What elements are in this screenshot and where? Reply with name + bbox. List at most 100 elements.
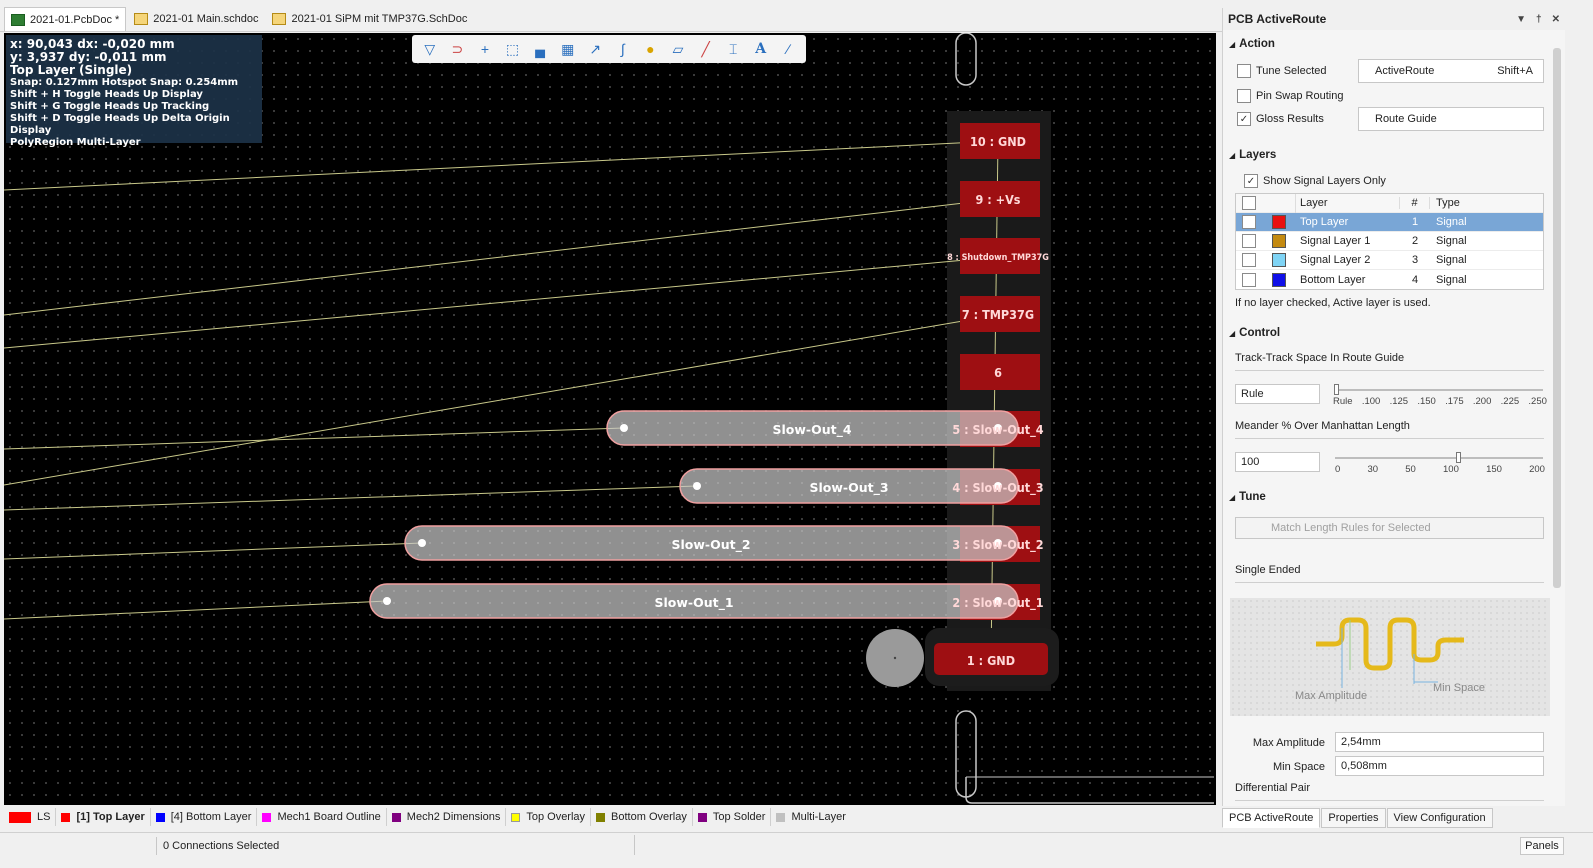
single-ended-label: Single Ended bbox=[1235, 564, 1301, 576]
route-icon[interactable]: ↗ bbox=[583, 38, 607, 60]
hud-hint: Shift + D Toggle Heads Up Delta Origin D… bbox=[10, 113, 230, 136]
layer-tab-bottom-overlay[interactable]: Bottom Overlay bbox=[591, 808, 693, 826]
layer-tab-mech1[interactable]: Mech1 Board Outline bbox=[257, 808, 387, 826]
match-length-button[interactable]: Match Length Rules for Selected bbox=[1235, 517, 1544, 539]
max-amplitude-input[interactable]: 2,54mm bbox=[1335, 732, 1544, 752]
doc-tab-main-schdoc[interactable]: 2021-01 Main.schdoc bbox=[128, 7, 264, 31]
text-icon[interactable]: A bbox=[749, 38, 773, 60]
layer-color-swatch bbox=[511, 812, 521, 822]
pin-icon[interactable]: † bbox=[1536, 14, 1542, 25]
meander-input[interactable]: 100 bbox=[1235, 452, 1320, 472]
checkbox-label: Tune Selected bbox=[1256, 65, 1327, 77]
layer-num: 1 bbox=[1411, 216, 1419, 228]
show-signal-layers-checkbox[interactable]: ✓ Show Signal Layers Only bbox=[1244, 174, 1386, 188]
checkbox[interactable]: ✓ bbox=[1244, 174, 1258, 188]
layer-color-swatch bbox=[262, 812, 272, 822]
panels-button[interactable]: Panels bbox=[1520, 837, 1564, 855]
table-row[interactable]: Signal Layer 2 3 Signal bbox=[1236, 251, 1543, 270]
doc-tab-label: 2021-01 Main.schdoc bbox=[153, 13, 259, 25]
hud-hint: Shift + G Toggle Heads Up Tracking bbox=[10, 101, 210, 112]
pad-label: 8 : Shutdown_TMP37G bbox=[947, 253, 1049, 263]
gloss-results-checkbox[interactable]: ✓ Gloss Results bbox=[1237, 112, 1324, 126]
track-space-slider[interactable] bbox=[1335, 389, 1543, 391]
layer-tab-label: Bottom Overlay bbox=[611, 811, 687, 823]
via-icon[interactable]: ╱ bbox=[694, 38, 718, 60]
select-rect-icon[interactable]: ⬚ bbox=[501, 38, 525, 60]
section-action-header[interactable]: ◢ Action bbox=[1229, 38, 1275, 50]
select-all-checkbox[interactable] bbox=[1242, 196, 1256, 210]
min-space-input[interactable]: 0,508mm bbox=[1335, 756, 1544, 776]
tab-view-configuration[interactable]: View Configuration bbox=[1386, 808, 1493, 828]
section-tune-header[interactable]: ◢ Tune bbox=[1229, 491, 1266, 503]
row-checkbox[interactable] bbox=[1242, 253, 1256, 267]
pcb-doc-icon bbox=[11, 13, 25, 26]
table-row[interactable]: Signal Layer 1 2 Signal bbox=[1236, 232, 1543, 251]
doc-tab-pcbdoc[interactable]: 2021-01.PcbDoc * bbox=[4, 7, 127, 31]
track-space-input[interactable]: Rule bbox=[1235, 384, 1320, 404]
place-cross-icon[interactable]: + bbox=[473, 38, 497, 60]
col-layer[interactable]: Layer bbox=[1296, 197, 1400, 209]
section-control-header[interactable]: ◢ Control bbox=[1229, 327, 1280, 339]
collapse-icon: ◢ bbox=[1229, 492, 1236, 502]
layer-tab-top-solder[interactable]: Top Solder bbox=[693, 808, 772, 826]
track-endpoint[interactable] bbox=[418, 539, 426, 547]
slider-ticks: 0 30 50 100 150 200 bbox=[1335, 464, 1545, 475]
pcb-canvas[interactable]: 10 : GND 9 : +Vs 8 : Shutdown_TMP37G 7 :… bbox=[4, 33, 1216, 805]
layer-color-swatch bbox=[1272, 234, 1286, 248]
checkbox[interactable] bbox=[1237, 64, 1251, 78]
layer-num: 2 bbox=[1411, 235, 1419, 247]
differential-pair-label: Differential Pair bbox=[1235, 782, 1310, 794]
tune-selected-checkbox[interactable]: Tune Selected bbox=[1237, 64, 1327, 78]
component-icon[interactable]: ▦ bbox=[556, 38, 580, 60]
row-checkbox[interactable] bbox=[1242, 272, 1256, 287]
col-num[interactable]: # bbox=[1400, 197, 1430, 209]
table-header: Layer # Type bbox=[1236, 193, 1543, 213]
filter-icon[interactable]: ▽ bbox=[418, 38, 442, 60]
panel-scrollbar[interactable] bbox=[1553, 48, 1561, 588]
interactive-route-icon[interactable]: ⊃ bbox=[446, 38, 470, 60]
checkbox[interactable] bbox=[1237, 89, 1251, 103]
diff-pair-icon[interactable]: ∫ bbox=[611, 38, 635, 60]
layer-color-swatch bbox=[61, 812, 71, 822]
row-checkbox[interactable] bbox=[1242, 215, 1256, 229]
track-endpoint[interactable] bbox=[383, 597, 391, 605]
tab-properties[interactable]: Properties bbox=[1321, 808, 1386, 828]
table-row[interactable]: Bottom Layer 4 Signal bbox=[1236, 270, 1543, 289]
row-checkbox[interactable] bbox=[1242, 234, 1256, 248]
pin-icon[interactable]: ● bbox=[639, 38, 663, 60]
track-endpoint[interactable] bbox=[693, 482, 701, 490]
line-icon[interactable]: ∕ bbox=[777, 38, 801, 60]
activeroute-button[interactable]: ActiveRoute Shift+A bbox=[1358, 59, 1544, 83]
dimension-icon[interactable]: ⌶ bbox=[721, 38, 745, 60]
tab-pcb-activeroute[interactable]: PCB ActiveRoute bbox=[1222, 808, 1321, 828]
table-row[interactable]: Top Layer 1 Signal bbox=[1236, 213, 1543, 232]
layer-name: Bottom Layer bbox=[1300, 273, 1366, 286]
align-icon[interactable]: ▄ bbox=[528, 38, 552, 60]
track-endpoint[interactable] bbox=[620, 424, 628, 432]
layer-tab-ls[interactable]: LS bbox=[4, 808, 57, 826]
layer-tab-mech2[interactable]: Mech2 Dimensions bbox=[387, 808, 507, 826]
divider bbox=[1235, 370, 1544, 371]
dropdown-icon[interactable]: ▼ bbox=[1516, 14, 1526, 25]
doc-tab-sipm-schdoc[interactable]: 2021-01 SiPM mit TMP37G.SchDoc bbox=[266, 7, 473, 31]
route-guide-button[interactable]: Route Guide bbox=[1358, 107, 1544, 131]
pin-swap-checkbox[interactable]: Pin Swap Routing bbox=[1237, 89, 1343, 103]
divider bbox=[1235, 800, 1544, 801]
track-label: Slow-Out_4 bbox=[772, 422, 851, 438]
slider-thumb[interactable] bbox=[1334, 384, 1339, 395]
layer-tab-top-layer[interactable]: [1] Top Layer bbox=[56, 808, 151, 826]
layer-tab-label: [4] Bottom Layer bbox=[170, 811, 252, 823]
button-label: Route Guide bbox=[1375, 113, 1437, 125]
section-layers-header[interactable]: ◢ Layers bbox=[1229, 149, 1276, 161]
close-icon[interactable]: ✕ bbox=[1552, 14, 1560, 25]
slider-thumb[interactable] bbox=[1456, 452, 1461, 463]
layer-tab-multi-layer[interactable]: Multi-Layer bbox=[771, 808, 850, 826]
checkbox[interactable]: ✓ bbox=[1237, 112, 1251, 126]
layer-tab-bottom-layer[interactable]: [4] Bottom Layer bbox=[151, 808, 258, 826]
col-type[interactable]: Type bbox=[1430, 197, 1460, 209]
pad-label: 5 : Slow-Out_4 bbox=[952, 422, 1043, 438]
layer-tab-label: [1] Top Layer bbox=[76, 811, 145, 823]
meander-slider[interactable] bbox=[1335, 457, 1543, 459]
layer-tab-top-overlay[interactable]: Top Overlay bbox=[506, 808, 592, 826]
polygon-icon[interactable]: ▱ bbox=[666, 38, 690, 60]
